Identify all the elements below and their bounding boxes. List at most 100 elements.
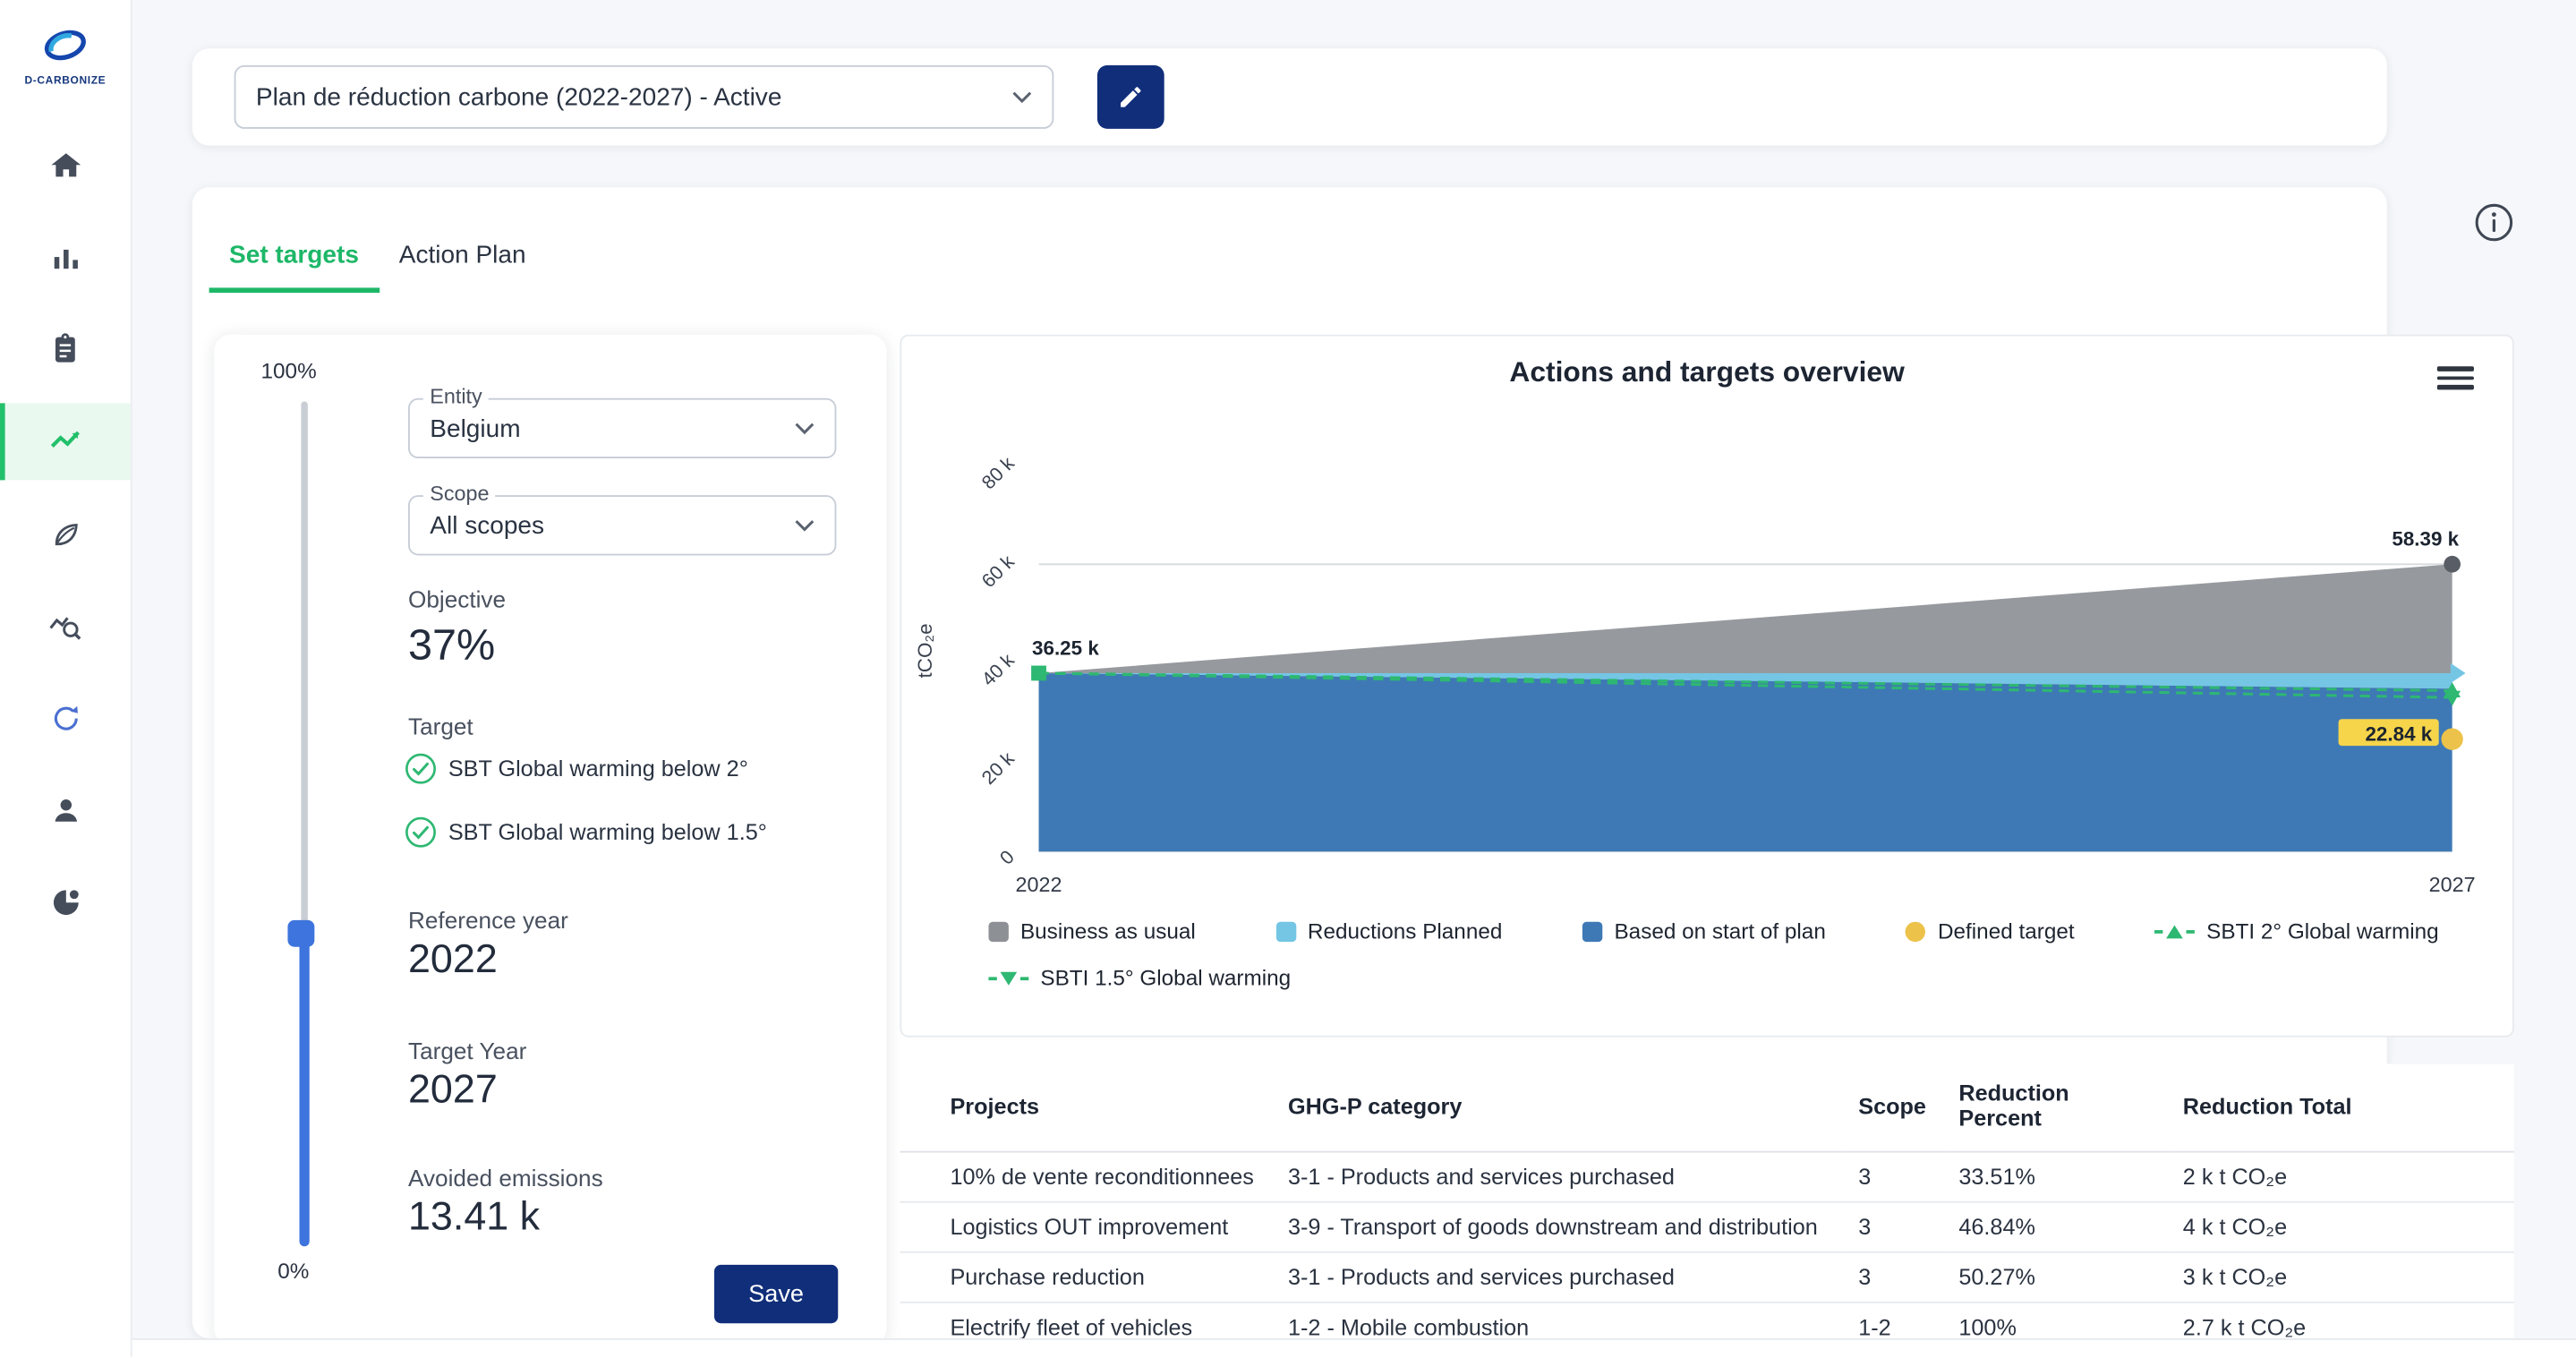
save-button[interactable]: Save [714,1265,838,1323]
plan-select-value: Plan de réduction carbone (2022-2027) - … [256,83,782,112]
cell-scope: 3 [1845,1252,1945,1302]
legend-item-sbti-15deg[interactable]: SBTI 1.5° Global warming [988,965,1291,990]
table-header-row: Projects GHG-P category Scope Reduction … [900,1064,2513,1152]
cell-project: Logistics OUT improvement [900,1202,1275,1252]
svg-text:0: 0 [995,846,1018,868]
sync-icon [47,700,82,735]
cell-reduction-total: 3 k t CO₂e [2170,1252,2514,1302]
sidebar-item-targets[interactable] [0,403,131,480]
target-year-value: 2027 [408,1067,498,1114]
legend-swatch [1906,921,1925,941]
chart-card: Actions and targets overview 36.25 k58.3… [900,335,2513,1038]
sidebar-item-home[interactable] [0,127,131,204]
column-header-projects: Projects [900,1064,1275,1152]
targets-form-panel: 100% 0% Entity Belgium Scope All scopes [214,335,886,1345]
chart-legend: Business as usual Reductions Planned Bas… [901,918,2512,944]
edit-plan-button[interactable] [1097,65,1164,129]
user-icon [47,792,82,827]
leaf-icon [47,517,82,551]
legend-dash-triangle-up [2154,925,2195,938]
tab-action-plan-label: Action Plan [399,241,526,269]
entity-label: Entity [423,385,489,408]
app-root: D-CARBONIZE [0,0,2576,1357]
cell-category: 3-1 - Products and services purchased [1275,1252,1845,1302]
column-header-scope: Scope [1845,1064,1945,1152]
pie-chart-icon [47,884,82,919]
sidebar-item-profile[interactable] [0,772,131,849]
cell-reduction-percent: 33.51% [1945,1152,2169,1202]
svg-text:40 k: 40 k [977,649,1019,690]
scope-label: Scope [423,482,496,505]
slider-max-label: 100% [261,358,317,383]
pencil-icon [1117,83,1144,110]
svg-text:80 k: 80 k [977,452,1019,493]
svg-text:tCO₂e: tCO₂e [914,623,936,678]
app-logo[interactable]: D-CARBONIZE [24,20,106,87]
chart-legend-row-2: SBTI 1.5° Global warming [901,965,2512,990]
sidebar-item-emissions[interactable] [0,495,131,572]
column-header-category: GHG-P category [1275,1064,1845,1152]
cell-project: 10% de vente reconditionnees [900,1152,1275,1202]
cell-reduction-percent: 46.84% [1945,1202,2169,1252]
sidebar-item-reports[interactable] [0,863,131,940]
home-icon [47,148,82,183]
sidebar-item-analytics[interactable] [0,587,131,664]
table-row: Logistics OUT improvement 3-9 - Transpor… [900,1202,2513,1252]
legend-label: SBTI 1.5° Global warming [1040,965,1291,990]
svg-text:2027: 2027 [2429,873,2476,896]
cell-scope: 3 [1845,1152,1945,1202]
cell-scope: 3 [1845,1202,1945,1252]
table-row: 10% de vente reconditionnees 3-1 - Produ… [900,1152,2513,1202]
legend-item-based-on-start[interactable]: Based on start of plan [1582,918,1826,944]
target-year-label: Target Year [408,1038,526,1064]
legend-item-sbti-2deg[interactable]: SBTI 2° Global warming [2154,918,2438,944]
avoided-emissions-value: 13.41 k [408,1194,540,1241]
column-header-reduction-total: Reduction Total [2170,1064,2514,1152]
svg-text:2022: 2022 [1016,873,1062,896]
objective-label: Objective [408,585,506,612]
tab-set-targets-label: Set targets [229,241,359,269]
legend-label: Reductions Planned [1308,918,1502,944]
check-circle-icon [405,753,437,785]
svg-text:58.39 k: 58.39 k [2392,528,2459,551]
legend-item-defined-target[interactable]: Defined target [1906,918,2074,944]
svg-text:60 k: 60 k [977,551,1019,592]
chevron-down-icon [795,518,815,532]
chevron-down-icon [1012,90,1032,104]
chevron-down-icon [795,422,815,435]
tab-set-targets[interactable]: Set targets [209,227,380,293]
sidebar-nav [0,127,131,955]
cell-category: 3-1 - Products and services purchased [1275,1152,1845,1202]
target-item-15deg: SBT Global warming below 1.5° [405,816,767,849]
footer-strip [131,1338,2576,1358]
sidebar-item-tasks[interactable] [0,312,131,389]
cell-category: 3-9 - Transport of goods downstream and … [1275,1202,1845,1252]
avoided-emissions-label: Avoided emissions [408,1165,603,1191]
check-circle-icon [405,816,437,849]
info-icon[interactable] [2472,201,2516,244]
legend-swatch [988,921,1008,941]
legend-label: Based on start of plan [1614,918,1825,944]
table-row: Purchase reduction 3-1 - Products and se… [900,1252,2513,1302]
slider-min-label: 0% [277,1258,309,1283]
target-item-label: SBT Global warming below 2° [448,756,748,781]
entity-select-value: Belgium [430,414,520,443]
legend-label: Defined target [1938,918,2075,944]
sidebar: D-CARBONIZE [0,0,132,1357]
column-header-reduction-percent: Reduction Percent [1945,1064,2169,1152]
sidebar-item-dashboard[interactable] [0,219,131,296]
legend-dash-triangle-down [988,971,1028,985]
objective-slider-handle[interactable] [287,920,314,947]
bar-chart-icon [47,240,82,275]
main-panel: Set targets Action Plan 100% 0% Entity [192,187,2387,1338]
svg-text:22.84 k: 22.84 k [2365,723,2432,746]
sidebar-item-sync[interactable] [0,679,131,756]
plan-select[interactable]: Plan de réduction carbone (2022-2027) - … [235,65,1054,129]
chart-menu-button[interactable] [2437,363,2474,394]
reference-year-label: Reference year [408,907,568,934]
legend-item-business-as-usual[interactable]: Business as usual [988,918,1195,944]
legend-item-reductions-planned[interactable]: Reductions Planned [1275,918,1502,944]
plan-toolbar: Plan de réduction carbone (2022-2027) - … [192,48,2387,145]
legend-label: Business as usual [1020,918,1196,944]
tab-action-plan[interactable]: Action Plan [379,227,546,293]
